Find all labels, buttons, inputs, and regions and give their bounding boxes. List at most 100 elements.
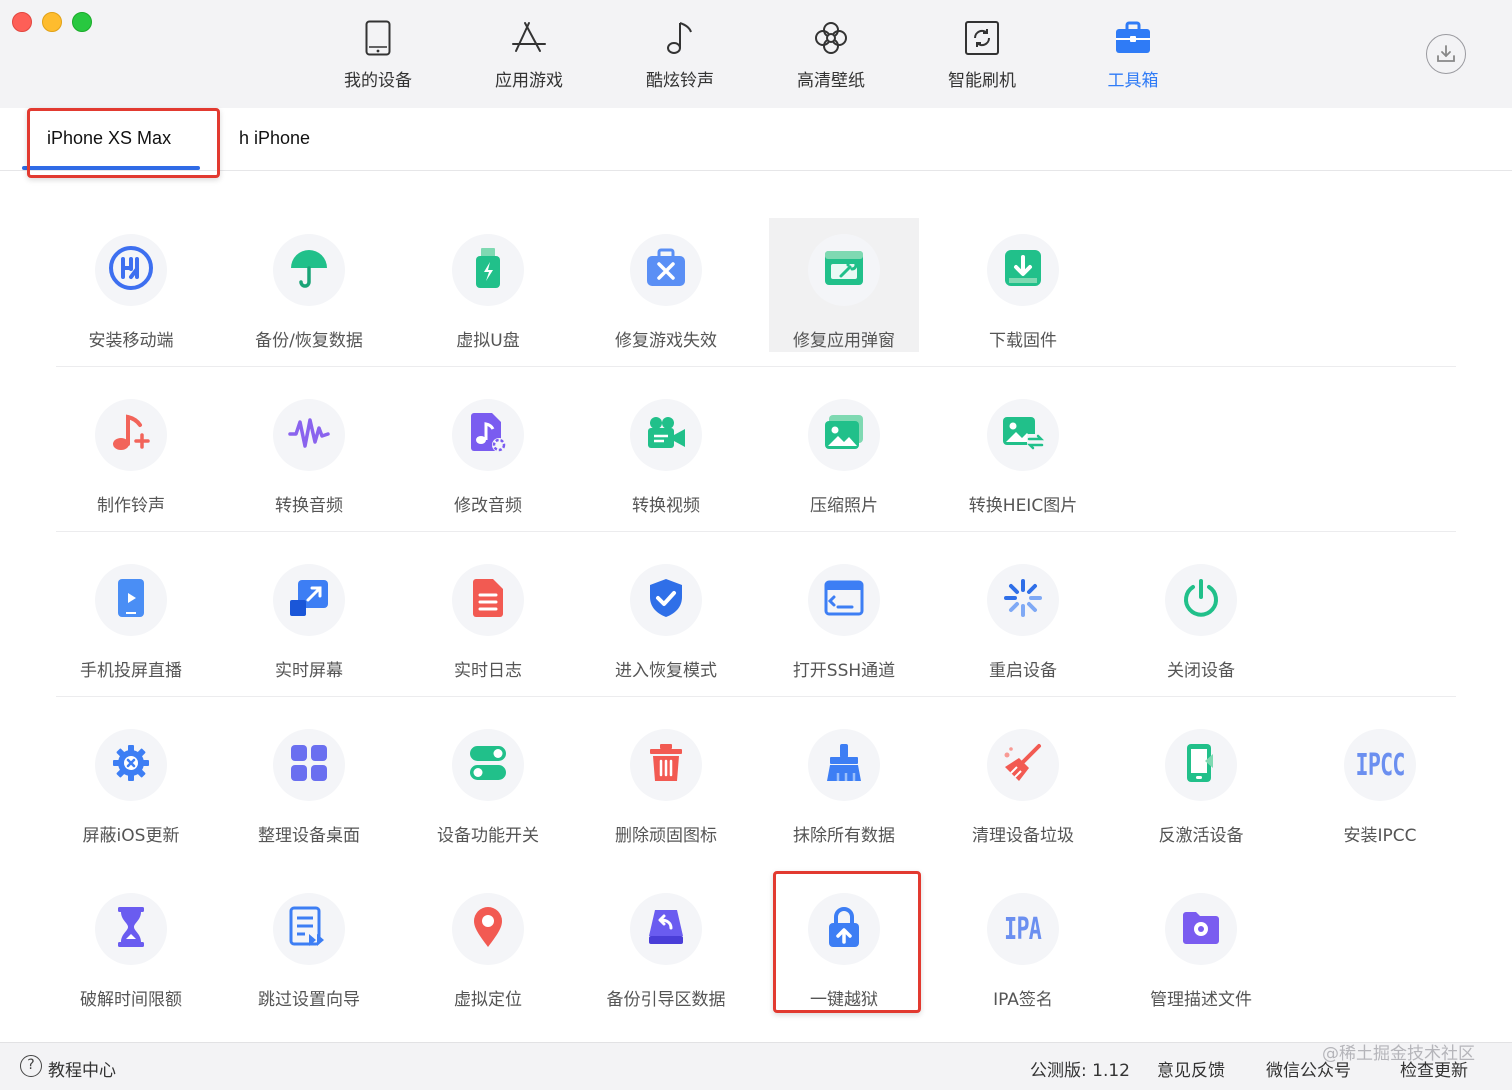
waveform-icon <box>288 416 330 454</box>
tool-label: 修改音频 <box>454 496 522 516</box>
tool-compress-photos[interactable]: 压缩照片 <box>769 383 919 517</box>
status-bar: ? 教程中心 公测版: 1.12 意见反馈 微信公众号 检查更新 <box>0 1042 1512 1090</box>
tool-label: 备份引导区数据 <box>606 990 726 1010</box>
tool-deactivate-device[interactable]: 反激活设备 <box>1126 713 1276 847</box>
aisi-logo-icon <box>108 245 154 295</box>
feedback-link[interactable]: 意见反馈 <box>1157 1056 1225 1081</box>
tool-label: 转换视频 <box>632 496 700 516</box>
tool-one-click-jailbreak[interactable]: 一键越狱 <box>769 877 919 1011</box>
unlock-upload-icon <box>827 906 861 952</box>
screen-cast-icon <box>116 577 146 623</box>
tool-label: 安装移动端 <box>88 331 174 351</box>
tool-restart-device[interactable]: 重启设备 <box>948 548 1098 682</box>
download-icon <box>1437 45 1455 62</box>
tool-virtual-location[interactable]: 虚拟定位 <box>413 877 563 1011</box>
nav-label: 高清壁纸 <box>797 71 865 91</box>
tool-convert-video[interactable]: 转换视频 <box>591 383 741 517</box>
nav-label: 工具箱 <box>1107 71 1159 91</box>
tool-make-ringtone[interactable]: 制作铃声 <box>56 383 206 517</box>
nav-label: 应用游戏 <box>495 71 563 91</box>
tool-backup-boot-data[interactable]: 备份引导区数据 <box>591 877 741 1011</box>
heic-convert-icon <box>1001 414 1045 456</box>
tool-skip-setup[interactable]: 跳过设置向导 <box>234 877 384 1011</box>
nav-ringtones[interactable]: 酷炫铃声 <box>620 16 740 100</box>
tool-download-firmware[interactable]: 下载固件 <box>948 218 1098 352</box>
nav-apps-games[interactable]: 应用游戏 <box>469 16 589 100</box>
tool-convert-heic[interactable]: 转换HEIC图片 <box>948 383 1098 517</box>
tool-label: 抹除所有数据 <box>793 826 895 846</box>
nav-my-device[interactable]: 我的设备 <box>318 16 438 100</box>
tool-screen-cast[interactable]: 手机投屏直播 <box>56 548 206 682</box>
tab-iphone-xs-max[interactable]: iPhone XS Max <box>47 128 171 149</box>
restart-spinner-icon <box>1003 578 1043 622</box>
backup-boot-icon <box>647 908 685 950</box>
tool-organize-desktop[interactable]: 整理设备桌面 <box>234 713 384 847</box>
tool-label: 转换音频 <box>275 496 343 516</box>
tool-label: 下载固件 <box>989 331 1057 351</box>
tool-shutdown-device[interactable]: 关闭设备 <box>1126 548 1276 682</box>
download-manager-button[interactable] <box>1426 34 1466 74</box>
ringtone-plus-icon <box>110 413 152 457</box>
tool-edit-audio[interactable]: 修改音频 <box>413 383 563 517</box>
download-firmware-icon <box>1004 249 1042 291</box>
tool-realtime-log[interactable]: 实时日志 <box>413 548 563 682</box>
tool-recovery-mode[interactable]: 进入恢复模式 <box>591 548 741 682</box>
tool-install-mobile[interactable]: 安装移动端 <box>56 218 206 352</box>
power-icon <box>1181 578 1221 622</box>
tool-label: 转换HEIC图片 <box>968 496 1078 516</box>
tool-realtime-screen[interactable]: 实时屏幕 <box>234 548 384 682</box>
window-minimize-button[interactable] <box>42 12 62 32</box>
skip-setup-icon <box>289 906 329 952</box>
tool-label: 备份/恢复数据 <box>255 331 363 351</box>
usb-drive-icon <box>473 247 503 293</box>
tool-repair-games[interactable]: 修复游戏失效 <box>591 218 741 352</box>
tool-label: 虚拟U盘 <box>456 331 520 351</box>
audio-edit-icon <box>468 412 508 458</box>
help-icon[interactable]: ? <box>20 1055 42 1077</box>
toolbox-icon <box>1113 16 1153 60</box>
tool-block-ios-update[interactable]: 屏蔽iOS更新 <box>56 713 206 847</box>
tool-label: 打开SSH通道 <box>792 661 896 681</box>
tool-label: 关闭设备 <box>1167 661 1235 681</box>
video-camera-icon <box>645 415 687 455</box>
umbrella-icon <box>287 246 331 294</box>
tool-label: IPA签名 <box>993 990 1053 1010</box>
tool-convert-audio[interactable]: 转换音频 <box>234 383 384 517</box>
tool-label: 删除顽固图标 <box>615 826 717 846</box>
nav-toolbox[interactable]: 工具箱 <box>1073 16 1193 100</box>
tool-clean-junk[interactable]: 清理设备垃圾 <box>948 713 1098 847</box>
tool-label: 压缩照片 <box>810 496 878 516</box>
tool-repair-app-popup[interactable]: 修复应用弹窗 <box>769 218 919 352</box>
window-maximize-button[interactable] <box>72 12 92 32</box>
tool-label: 清理设备垃圾 <box>972 826 1074 846</box>
window-close-button[interactable] <box>12 12 32 32</box>
nav-label: 酷炫铃声 <box>646 71 714 91</box>
grid-apps-icon <box>290 744 328 786</box>
hourglass-icon <box>116 906 146 952</box>
tool-ipa-sign[interactable]: IPA IPA签名 <box>948 877 1098 1011</box>
tool-backup-restore[interactable]: 备份/恢复数据 <box>234 218 384 352</box>
tool-install-ipcc[interactable]: IPCC 安装IPCC <box>1305 713 1455 847</box>
tool-crack-time-limit[interactable]: 破解时间限额 <box>56 877 206 1011</box>
nav-flash[interactable]: 智能刷机 <box>922 16 1042 100</box>
nav-label: 我的设备 <box>344 71 412 91</box>
tool-delete-stubborn-icons[interactable]: 删除顽固图标 <box>591 713 741 847</box>
nav-wallpapers[interactable]: 高清壁纸 <box>771 16 891 100</box>
tool-label: 管理描述文件 <box>1150 990 1252 1010</box>
tool-manage-profiles[interactable]: 管理描述文件 <box>1126 877 1276 1011</box>
photo-compress-icon <box>823 414 865 456</box>
tool-erase-all-data[interactable]: 抹除所有数据 <box>769 713 919 847</box>
terminal-icon <box>824 580 864 620</box>
tutorial-center-link[interactable]: 教程中心 <box>48 1056 116 1081</box>
row-divider <box>56 531 1456 532</box>
flower-icon <box>811 16 851 60</box>
tool-label: 实时日志 <box>454 661 522 681</box>
refresh-icon <box>962 16 1002 60</box>
tab-h-iphone[interactable]: h iPhone <box>239 128 310 149</box>
version-label: 公测版: 1.12 <box>1030 1061 1130 1081</box>
nav-label: 智能刷机 <box>948 71 1016 91</box>
tool-virtual-usb[interactable]: 虚拟U盘 <box>413 218 563 352</box>
trash-icon <box>648 743 684 787</box>
tool-open-ssh[interactable]: 打开SSH通道 <box>769 548 919 682</box>
tool-device-toggles[interactable]: 设备功能开关 <box>413 713 563 847</box>
